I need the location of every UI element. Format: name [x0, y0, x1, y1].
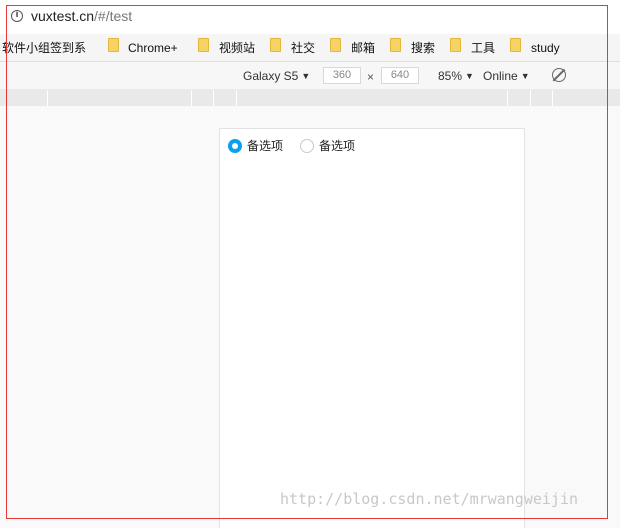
bookmark-label: 邮箱 — [351, 41, 376, 55]
ruler-tick — [552, 90, 553, 106]
dimension-separator: × — [367, 70, 375, 84]
device-screen: 备选项 备选项 — [219, 128, 525, 528]
ruler-tick — [191, 90, 192, 106]
bookmark-label: Chrome+ — [128, 41, 178, 55]
bookmark-folder[interactable]: 搜索 — [411, 40, 435, 56]
bookmark-label: 搜索 — [411, 41, 436, 55]
folder-icon — [510, 38, 521, 52]
radio-checked-icon[interactable] — [228, 139, 242, 153]
network-value: Online — [483, 69, 518, 83]
folder-icon — [330, 38, 341, 52]
folder-icon — [198, 38, 209, 52]
emulated-viewport: 备选项 备选项 — [0, 106, 620, 528]
chevron-down-icon: ▼ — [301, 71, 311, 81]
bookmark-item[interactable]: 软件小组签到系 — [2, 40, 86, 56]
bookmark-label: 社交 — [291, 41, 316, 55]
device-select[interactable]: Galaxy S5 ▼ — [243, 68, 310, 84]
folder-icon — [270, 38, 281, 52]
height-input[interactable]: 640 — [381, 67, 419, 84]
folder-icon — [450, 38, 461, 52]
bookmark-folder[interactable]: 工具 — [471, 40, 495, 56]
ruler-tick — [530, 90, 531, 106]
bookmark-folder[interactable]: 社交 — [291, 40, 315, 56]
network-select[interactable]: Online ▼ — [483, 68, 530, 84]
watermark: http://blog.csdn.net/mrwangweijin — [280, 490, 579, 508]
bookmark-label: 软件小组签到系 — [2, 41, 87, 55]
chevron-down-icon: ▼ — [465, 71, 474, 81]
radio-label: 备选项 — [319, 139, 356, 153]
bookmark-label: 视频站 — [219, 41, 256, 55]
bookmark-folder[interactable]: Chrome+ — [128, 40, 178, 56]
info-icon[interactable]: i — [11, 10, 23, 22]
ruler-tick — [213, 90, 214, 106]
bookmark-label: 工具 — [471, 41, 496, 55]
url-path: /#/test — [94, 8, 133, 24]
url-text[interactable]: vuxtest.cn/#/test — [31, 8, 132, 24]
bookmarks-bar: 软件小组签到系 Chrome+ 视频站 社交 邮箱 搜索 工具 study — [0, 34, 620, 62]
zoom-select[interactable]: 85% ▼ — [438, 68, 474, 84]
rotate-icon[interactable] — [552, 68, 566, 82]
device-name: Galaxy S5 — [243, 69, 299, 83]
bookmark-folder[interactable]: study — [531, 40, 560, 56]
media-query-bar[interactable] — [0, 89, 620, 107]
bookmark-folder[interactable]: 视频站 — [219, 40, 255, 56]
url-host: vuxtest.cn — [31, 8, 95, 24]
bookmark-folder[interactable]: 邮箱 — [351, 40, 375, 56]
folder-icon — [108, 38, 119, 52]
radio-label: 备选项 — [247, 139, 284, 153]
bookmark-label: study — [531, 41, 560, 55]
address-bar[interactable]: i vuxtest.cn/#/test — [0, 0, 620, 35]
folder-icon — [390, 38, 401, 52]
device-toolbar: Galaxy S5 ▼ 360 × 640 85% ▼ Online ▼ — [0, 62, 620, 90]
ruler-tick — [507, 90, 508, 106]
width-input[interactable]: 360 — [323, 67, 361, 84]
ruler-tick — [236, 90, 237, 106]
ruler-tick — [47, 90, 48, 106]
zoom-value: 85% — [438, 69, 463, 83]
radio-unchecked-icon[interactable] — [300, 139, 314, 153]
chevron-down-icon: ▼ — [520, 71, 530, 81]
